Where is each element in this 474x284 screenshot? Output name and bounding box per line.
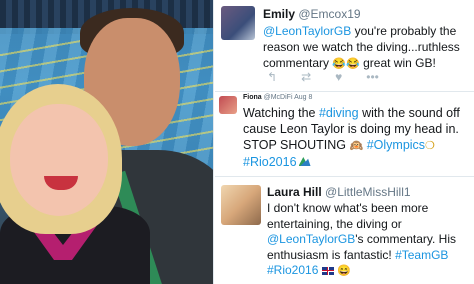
- monkey-emoji-icon: 🙉: [349, 140, 364, 152]
- tweet-fiona: Fiona @McDiFi Aug 8 Watching the #diving…: [215, 92, 474, 177]
- divider: [213, 0, 214, 284]
- more-icon[interactable]: •••: [366, 70, 379, 84]
- tweet-text-segment: Watching the: [243, 106, 319, 120]
- tweet-text-segment: great win GB!: [359, 56, 436, 70]
- hashtag-link[interactable]: #diving: [319, 106, 359, 120]
- hashtag-link[interactable]: #TeamGB: [395, 248, 448, 262]
- author-handle[interactable]: @LittleMissHill1: [325, 185, 411, 199]
- tweet-emily: Emily @Emcox19 @LeonTaylorGB you're prob…: [215, 0, 474, 92]
- selfie-photo: [0, 0, 213, 284]
- like-icon[interactable]: ♥: [335, 70, 342, 84]
- hashtag-link[interactable]: #Rio2016: [267, 263, 318, 277]
- mention-link[interactable]: @LeonTaylorGB: [267, 232, 355, 246]
- woman-face: [10, 104, 108, 216]
- avatar[interactable]: [221, 185, 261, 225]
- tweet-date[interactable]: Aug 8: [294, 94, 312, 101]
- retweet-icon[interactable]: ⇄: [301, 70, 311, 84]
- author-name[interactable]: Fiona: [243, 94, 262, 101]
- rio-mountain-icon: [298, 157, 311, 166]
- tweet-text: Watching the #diving with the sound off …: [243, 105, 471, 170]
- hashtag-link[interactable]: #Rio2016: [243, 155, 297, 169]
- tweet-text: @LeonTaylorGB you're probably the reason…: [263, 23, 469, 72]
- mention-link[interactable]: @LeonTaylorGB: [263, 24, 351, 38]
- tweet-actions: ↰ ⇄ ♥ •••: [267, 70, 379, 84]
- author-name[interactable]: Emily: [263, 7, 295, 21]
- hashtag-link[interactable]: #Olympics: [367, 138, 425, 152]
- tweet-header: Emily @Emcox19: [263, 7, 361, 21]
- olympic-ring-icon: ❍: [425, 140, 435, 152]
- avatar[interactable]: [219, 96, 237, 114]
- smiling-emoji-icon: 😄: [337, 265, 351, 277]
- tweet-header: Laura Hill @LittleMissHill1: [267, 185, 411, 199]
- author-name[interactable]: Laura Hill: [267, 185, 322, 199]
- tweet-text-segment: I don't know what's been more entertaini…: [267, 201, 429, 231]
- tweet-laura: Laura Hill @LittleMissHill1 I don't know…: [215, 177, 474, 284]
- tweet-header: Fiona @McDiFi Aug 8: [243, 94, 312, 101]
- author-handle[interactable]: @McDiFi: [264, 94, 293, 101]
- tweet-text: I don't know what's been more entertaini…: [267, 201, 472, 280]
- author-handle[interactable]: @Emcox19: [298, 7, 360, 21]
- avatar[interactable]: [221, 6, 255, 40]
- uk-flag-icon: [321, 266, 334, 275]
- reply-icon[interactable]: ↰: [267, 70, 277, 84]
